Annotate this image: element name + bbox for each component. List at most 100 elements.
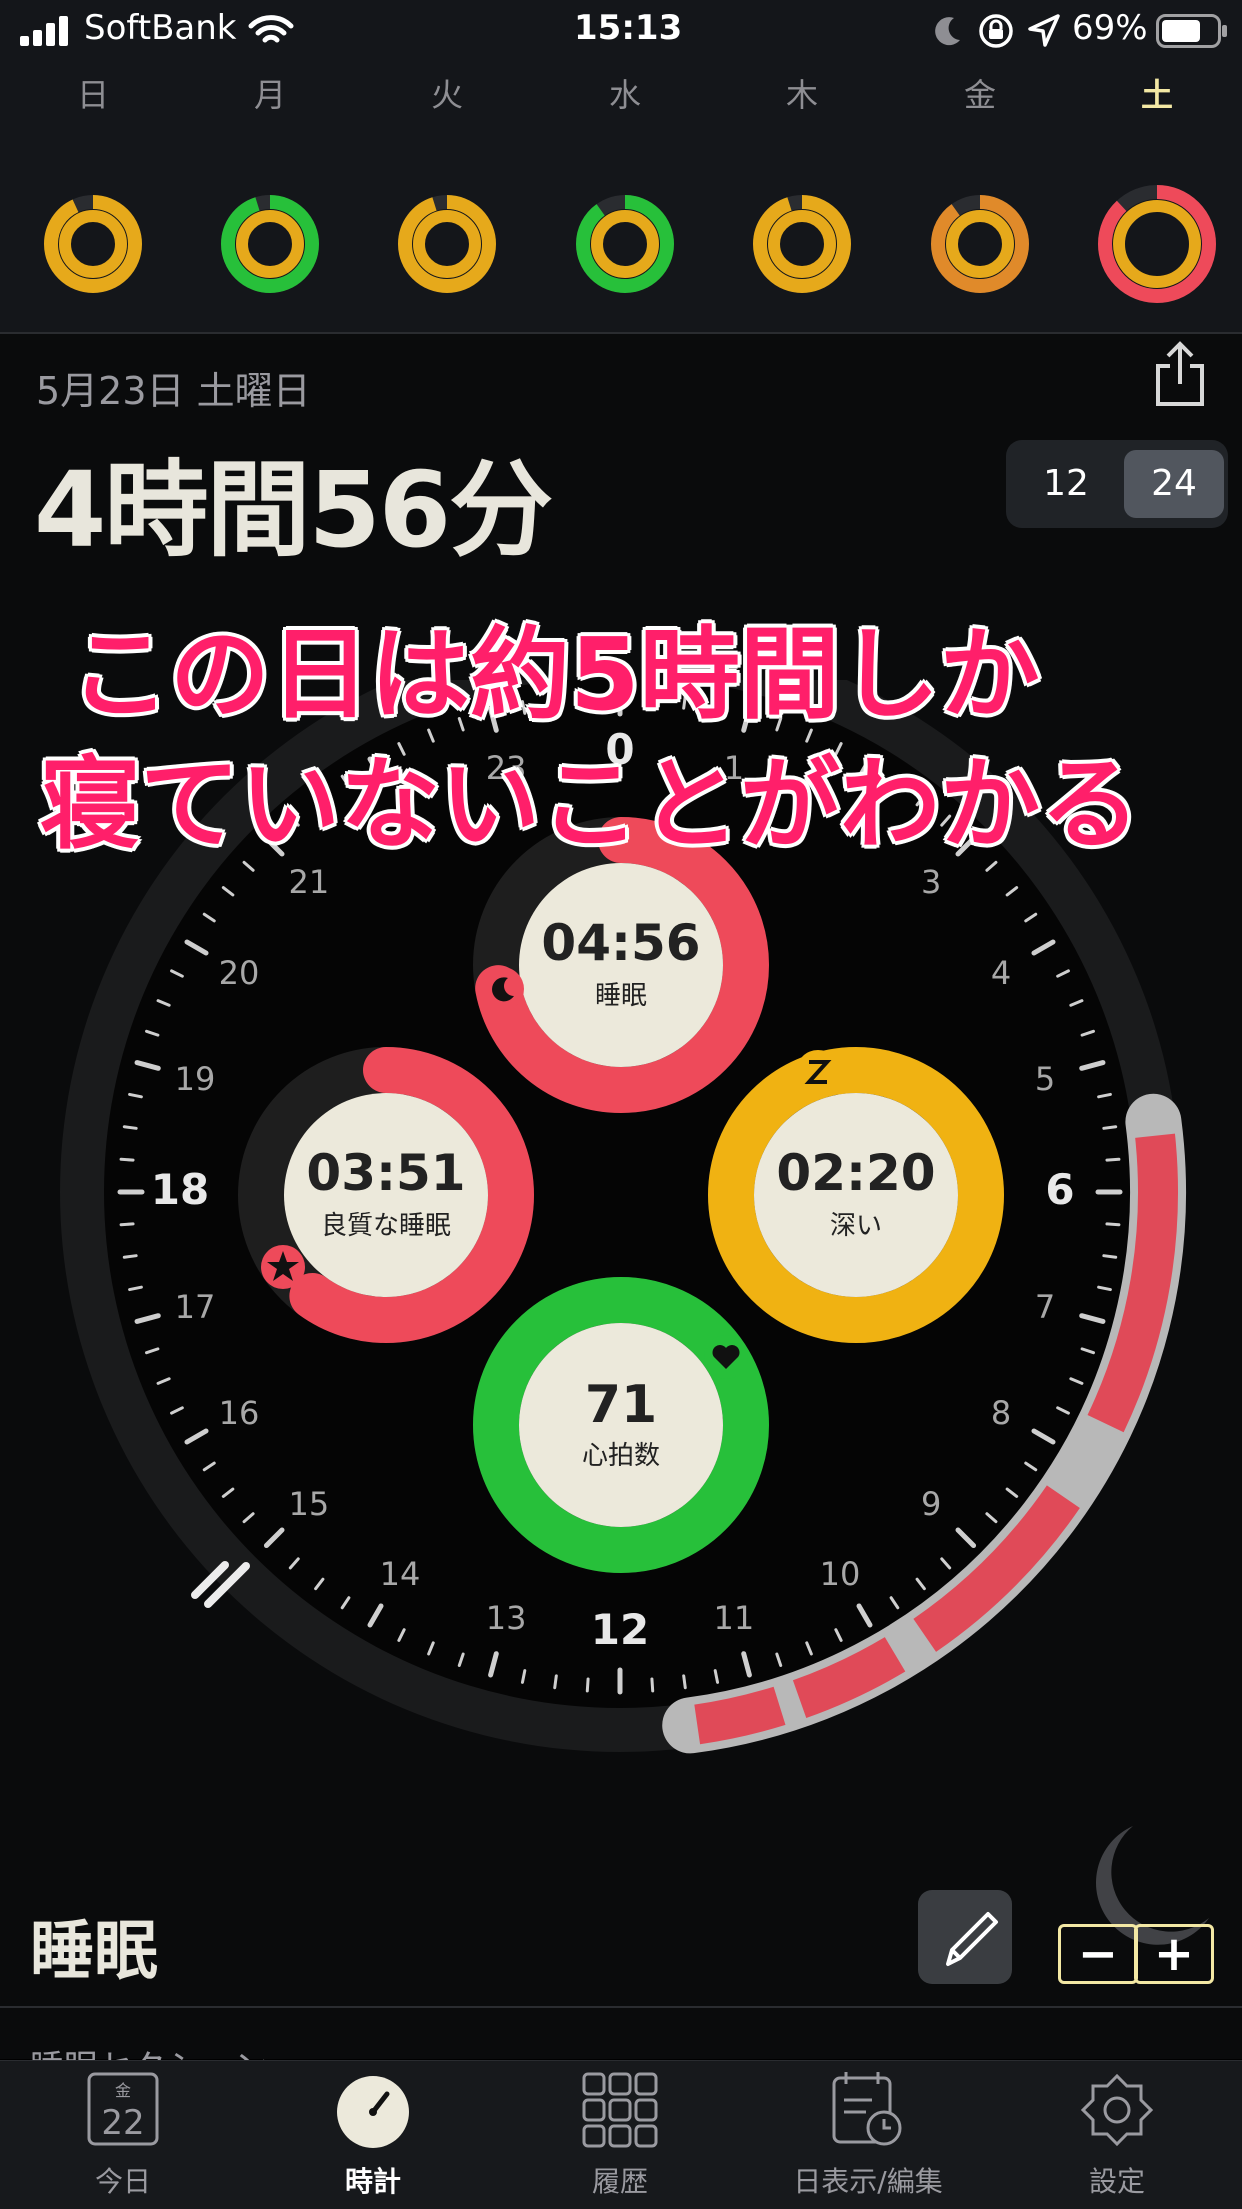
dial-minute-tick — [553, 1674, 558, 1690]
plus-icon: + — [1153, 1926, 1195, 1982]
status-bar: SoftBank 15:13 69% — [0, 0, 1242, 62]
dial-hour-label: 8 — [991, 1394, 1011, 1432]
annotation-line-1: この日は約5時間しか — [70, 616, 1040, 733]
dial-minute-tick — [119, 1157, 135, 1162]
tab-label: 今日 — [94, 2165, 151, 2198]
calendar-day: 22 — [101, 2103, 144, 2143]
minus-icon: − — [1077, 1926, 1119, 1982]
date-label: 5月23日 土曜日 — [36, 369, 311, 413]
calendar-clock-icon — [832, 2072, 902, 2146]
dial-hour-label: 16 — [219, 1394, 260, 1432]
day-ring[interactable] — [395, 192, 499, 296]
day-label: 木 — [785, 76, 818, 114]
clock-icon — [337, 2076, 409, 2148]
day-ring[interactable] — [750, 192, 854, 296]
format-12-option[interactable]: 12 — [1016, 450, 1116, 518]
cellular-signal-icon — [20, 16, 68, 46]
dial-minute-tick — [122, 1125, 138, 1130]
zoom-out-button[interactable]: − — [1058, 1924, 1138, 1984]
day-label: 日 — [76, 76, 109, 114]
battery-icon — [1156, 14, 1227, 48]
dial-hour-label: 6 — [1045, 1165, 1074, 1214]
divider — [0, 2006, 1242, 2008]
rotation-lock-icon — [979, 14, 1013, 48]
deep-metric-label: 深い — [830, 1211, 882, 1241]
dial-hour-label: 10 — [820, 1555, 861, 1593]
day-label: 土 — [1140, 76, 1173, 114]
dial-hour-label: 14 — [380, 1555, 421, 1593]
dial-hour-label: 9 — [921, 1485, 941, 1523]
dial-hour-label: 7 — [1035, 1288, 1055, 1326]
grid-icon — [582, 2072, 658, 2148]
dial-hour-label: 13 — [486, 1599, 527, 1637]
calendar-icon: 金 22 — [87, 2072, 159, 2146]
dial-minute-tick — [122, 1254, 138, 1259]
sleep-z-icon — [796, 1050, 840, 1094]
zoom-in-button[interactable]: + — [1134, 1924, 1214, 1984]
star-icon — [261, 1245, 305, 1289]
share-button[interactable] — [1152, 340, 1208, 408]
dial-hour-label: 15 — [289, 1485, 330, 1523]
day-ring-today[interactable] — [1095, 182, 1219, 306]
edit-button[interactable] — [918, 1890, 1012, 1984]
dial-minute-tick — [1102, 1125, 1118, 1130]
day-ring[interactable] — [928, 192, 1032, 296]
calendar-month: 金 — [115, 2081, 131, 2100]
day-label: 金 — [963, 76, 996, 114]
moon-icon — [480, 967, 524, 1011]
day-label: 月 — [253, 76, 286, 114]
tab-today[interactable]: 金 22 今日 — [13, 2070, 233, 2200]
dial-minute-tick — [119, 1222, 135, 1227]
location-arrow-icon — [1028, 14, 1060, 47]
annotation-line-2: 寝ていないことがわかる — [40, 746, 1140, 863]
gear-icon — [1080, 2073, 1154, 2147]
clock-time: 15:13 — [574, 8, 683, 48]
day-ring-inner — [946, 210, 1014, 278]
dial-hour-label: 5 — [1035, 1060, 1055, 1098]
quality-metric-value: 03:51 — [306, 1144, 465, 1202]
day-ring-inner — [1113, 200, 1201, 288]
dial-minute-tick — [1105, 1157, 1121, 1162]
day-label: 水 — [608, 76, 641, 114]
day-ring[interactable] — [41, 192, 145, 296]
tab-label: 時計 — [344, 2165, 401, 2198]
sleep-metric-label: 睡眠 — [595, 981, 647, 1011]
heart-metric-value: 71 — [585, 1375, 657, 1435]
dial-hour-label: 20 — [219, 954, 260, 992]
day-ring-inner — [236, 210, 304, 278]
annotation-overlay: この日は約5時間しか 寝ていないことがわかる — [40, 610, 1220, 870]
tab-label: 設定 — [1088, 2165, 1145, 2198]
format-24-option[interactable]: 24 — [1124, 450, 1224, 518]
day-label: 火 — [430, 76, 463, 114]
tab-day-view-edit[interactable]: 日表示/編集 — [758, 2070, 978, 2200]
heart-rate-metric-ring[interactable]: 71 心拍数 — [468, 1272, 774, 1578]
dial-minute-tick — [682, 1674, 687, 1690]
pencil-icon — [946, 1912, 998, 1966]
sleep-section-heading: 睡眠 — [30, 1915, 158, 1989]
heart-icon — [704, 1335, 748, 1379]
dial-minute-tick — [650, 1677, 655, 1693]
dial-hour-label: 4 — [991, 954, 1011, 992]
day-ring-inner — [413, 210, 481, 278]
dial-hour-label: 11 — [714, 1599, 755, 1637]
dial-hour-label: 17 — [175, 1288, 216, 1326]
day-ring-inner — [768, 210, 836, 278]
tab-clock[interactable]: 時計 — [263, 2070, 483, 2200]
day-ring-inner — [591, 210, 659, 278]
day-ring[interactable] — [573, 192, 677, 296]
tab-settings[interactable]: 設定 — [1007, 2070, 1227, 2200]
carrier-label: SoftBank — [84, 8, 237, 48]
heart-metric-label: 心拍数 — [582, 1441, 660, 1471]
time-format-toggle: 12 24 — [1006, 440, 1228, 528]
tab-history[interactable]: 履歴 — [510, 2070, 730, 2200]
wifi-icon — [248, 15, 294, 43]
dial-hour-label: 12 — [591, 1605, 649, 1654]
sleep-duration-total: 4時間56分 — [34, 449, 553, 571]
dial-minute-tick — [1105, 1222, 1121, 1227]
sleep-metric-value: 04:56 — [541, 914, 700, 972]
day-ring-inner — [59, 210, 127, 278]
battery-percent: 69% — [1072, 8, 1148, 48]
do-not-disturb-moon-icon — [935, 17, 960, 46]
day-ring[interactable] — [218, 192, 322, 296]
dial-hour-label: 18 — [151, 1165, 209, 1214]
